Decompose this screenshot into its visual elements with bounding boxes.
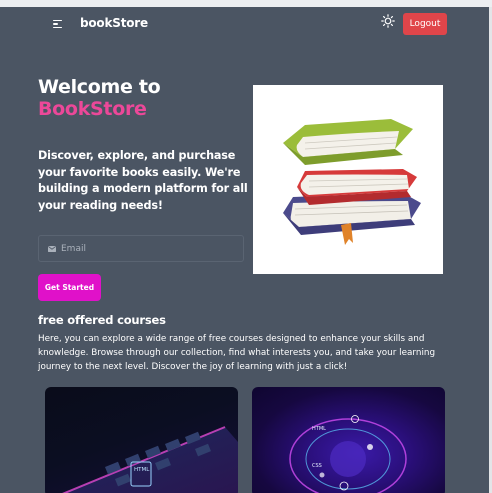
navbar: bookStore Logout xyxy=(0,7,489,41)
html-label-text: HTML xyxy=(312,426,326,432)
email-input[interactable] xyxy=(61,236,241,261)
course-card-html[interactable]: HTML xyxy=(45,387,238,493)
keyboard-html-image: HTML xyxy=(62,426,238,493)
logout-button[interactable]: Logout xyxy=(403,13,447,35)
hero-lead-text: Discover, explore, and purchase your fav… xyxy=(38,149,248,212)
web-technologies-image: HTML CSS xyxy=(289,415,407,493)
page: bookStore Logout Welcome to BookStore Di… xyxy=(0,7,489,493)
email-field-wrapper xyxy=(38,235,244,262)
brand-logo[interactable]: bookStore xyxy=(80,16,148,30)
books-stack-illustration xyxy=(253,85,443,274)
get-started-button[interactable]: Get Started xyxy=(38,274,101,301)
hero-title-brand: BookStore xyxy=(38,98,147,120)
courses-section-description: Here, you can explore a wide range of fr… xyxy=(38,334,436,373)
course-card-web[interactable]: HTML CSS xyxy=(252,387,445,493)
browser-top-strip xyxy=(0,0,492,7)
css-label-text: CSS xyxy=(312,463,322,469)
sun-icon[interactable] xyxy=(381,14,395,28)
hero-title: Welcome to xyxy=(38,76,161,98)
html-badge-text: HTML xyxy=(134,467,150,473)
courses-section-title: free offered courses xyxy=(38,313,166,327)
mail-icon xyxy=(48,246,56,252)
hamburger-icon[interactable] xyxy=(53,20,62,28)
